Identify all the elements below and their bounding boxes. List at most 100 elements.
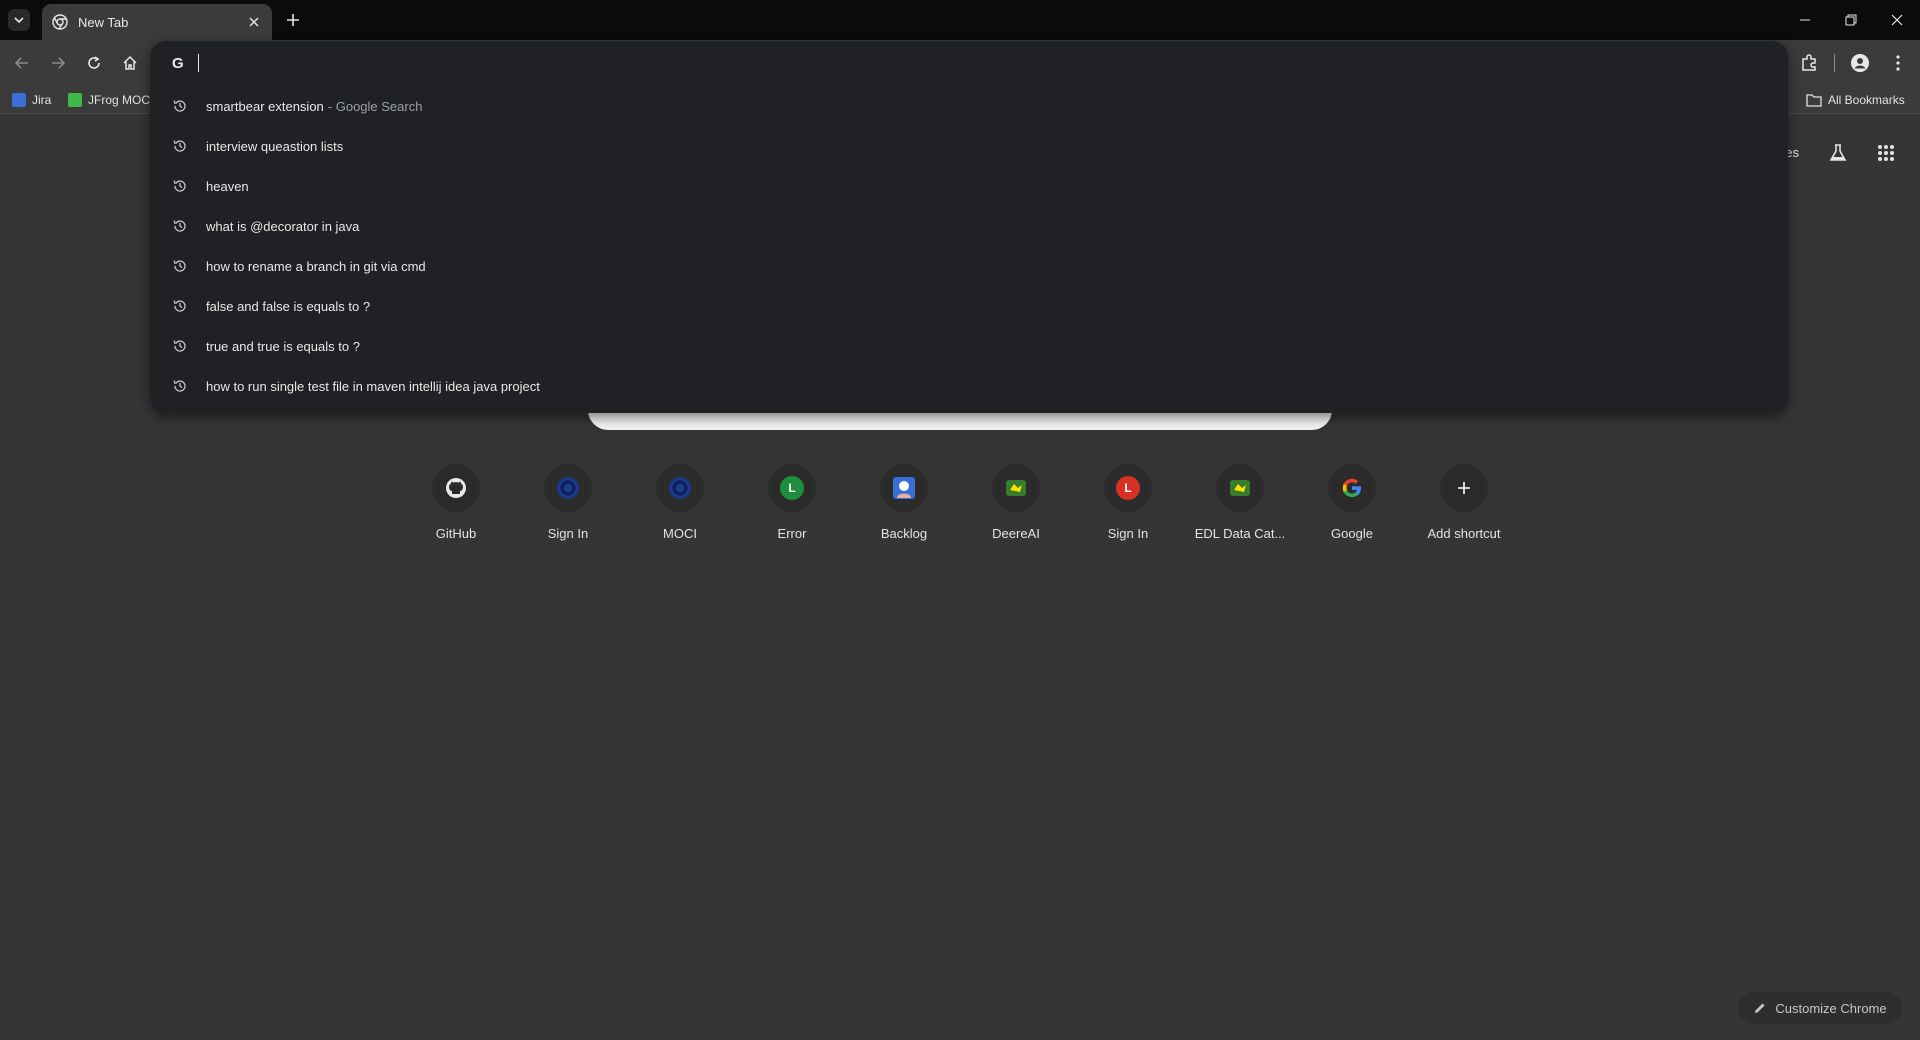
shortcut-backlog[interactable]: Backlog	[848, 464, 960, 554]
github-icon	[446, 478, 466, 498]
shortcut-google[interactable]: Google	[1296, 464, 1408, 554]
restore-icon	[1845, 14, 1857, 26]
reload-button[interactable]	[82, 51, 106, 75]
google-apps-button[interactable]	[1874, 141, 1898, 165]
shortcut-sign-in[interactable]: Sign In	[512, 464, 624, 554]
shortcut-label: Add shortcut	[1427, 526, 1501, 541]
new-tab-button[interactable]	[281, 8, 305, 32]
suggestion-item[interactable]: smartbear extension - Google Search	[150, 86, 1788, 126]
omnibox-input-row[interactable]: G	[150, 41, 1788, 85]
all-bookmarks[interactable]: All Bookmarks	[1806, 91, 1905, 109]
folder-icon	[1806, 94, 1822, 107]
shortcut-label: Error	[777, 526, 807, 541]
shortcut-moci[interactable]: MOCI	[624, 464, 736, 554]
shortcut-tile	[992, 464, 1040, 512]
window-controls	[1782, 0, 1920, 40]
history-icon	[172, 258, 188, 274]
shortcut-tile: L	[768, 464, 816, 512]
apps-grid-icon	[1878, 145, 1894, 161]
jfrog-icon	[68, 93, 82, 107]
suggestion-item[interactable]: how to run single test file in maven int…	[150, 366, 1788, 406]
shortcut-tile	[544, 464, 592, 512]
shortcut-github[interactable]: GitHub	[400, 464, 512, 554]
moci-icon	[669, 477, 691, 499]
shortcut-edl-data-catalog[interactable]: EDL Data Cat...	[1184, 464, 1296, 554]
shortcut-label: EDL Data Cat...	[1194, 526, 1286, 541]
deere-icon	[1006, 480, 1026, 496]
plus-icon	[1458, 482, 1470, 494]
customize-label: Customize Chrome	[1775, 1000, 1887, 1016]
history-icon	[172, 218, 188, 234]
forward-arrow-icon	[52, 57, 66, 69]
shortcut-label: Sign In	[1107, 526, 1149, 541]
suggestion-text: false and false is equals to ?	[206, 298, 371, 314]
add-shortcut-button[interactable]: Add shortcut	[1408, 464, 1520, 554]
shortcut-error[interactable]: L Error	[736, 464, 848, 554]
sign-in-l-icon: L	[1116, 476, 1140, 500]
bookmark-jira[interactable]: Jira	[12, 91, 51, 109]
home-button[interactable]	[118, 51, 142, 75]
shortcut-label: DeereAI	[992, 526, 1040, 541]
suggestion-item[interactable]: what is @decorator in java	[150, 206, 1788, 246]
tab-search-button[interactable]	[8, 9, 30, 31]
bookmark-jfrog[interactable]: JFrog MOC	[68, 91, 150, 109]
shortcuts-grid: GitHub Sign In MOCI L Error Backlog Deer…	[0, 464, 1920, 554]
error-icon: L	[780, 476, 804, 500]
shortcut-deereai[interactable]: DeereAI	[960, 464, 1072, 554]
tab-new-tab[interactable]: New Tab	[42, 4, 272, 40]
suggestion-text: how to run single test file in maven int…	[206, 378, 540, 394]
chevron-down-icon	[14, 17, 24, 24]
customize-chrome-button[interactable]: Customize Chrome	[1738, 992, 1902, 1024]
shortcut-tile	[1440, 464, 1488, 512]
all-bookmarks-label: All Bookmarks	[1828, 93, 1905, 107]
shortcut-label: Google	[1331, 526, 1373, 541]
shortcut-tile	[1328, 464, 1376, 512]
sign-in-icon	[557, 477, 579, 499]
suggestion-text: interview queastion lists	[206, 138, 344, 154]
history-icon	[172, 98, 188, 114]
minimize-button[interactable]	[1782, 0, 1828, 40]
forward-button[interactable]	[46, 51, 70, 75]
text-caret	[198, 54, 199, 72]
tab-strip: New Tab	[0, 0, 1920, 40]
google-g-icon: G	[172, 54, 184, 72]
tab-title: New Tab	[78, 14, 129, 30]
extensions-button[interactable]	[1797, 51, 1821, 75]
chrome-menu-button[interactable]	[1886, 51, 1910, 75]
shortcut-label: GitHub	[435, 526, 477, 541]
close-icon	[1891, 14, 1903, 26]
chrome-icon	[52, 14, 68, 30]
suggestion-item[interactable]: how to rename a branch in git via cmd	[150, 246, 1788, 286]
suggestion-item[interactable]: heaven	[150, 166, 1788, 206]
suggestion-item[interactable]: false and false is equals to ?	[150, 286, 1788, 326]
shortcut-tile: L	[1104, 464, 1152, 512]
minimize-icon	[1800, 19, 1810, 21]
plus-icon	[287, 14, 299, 26]
profile-button[interactable]	[1848, 51, 1872, 75]
close-window-button[interactable]	[1874, 0, 1920, 40]
puzzle-icon	[1802, 54, 1816, 71]
bookmark-label: JFrog MOC	[88, 93, 151, 107]
omnibox-dropdown: G smartbear extension - Google Search in…	[150, 41, 1788, 413]
toolbar-divider	[1834, 54, 1835, 72]
suggestion-subtext: - Google Search	[327, 98, 423, 114]
close-tab-icon[interactable]	[246, 14, 262, 30]
shortcut-label: Sign In	[547, 526, 589, 541]
back-arrow-icon	[14, 57, 28, 69]
back-button[interactable]	[10, 51, 34, 75]
shortcut-tile	[432, 464, 480, 512]
avatar-icon	[1851, 54, 1869, 72]
suggestion-text: what is @decorator in java	[206, 218, 360, 234]
jira-icon	[12, 93, 26, 107]
shortcut-tile	[880, 464, 928, 512]
labs-button[interactable]	[1826, 141, 1850, 165]
suggestion-item[interactable]: interview queastion lists	[150, 126, 1788, 166]
flask-icon	[1829, 144, 1847, 161]
suggestion-text: true and true is equals to ?	[206, 338, 360, 354]
shortcut-sign-in-2[interactable]: L Sign In	[1072, 464, 1184, 554]
suggestion-item[interactable]: true and true is equals to ?	[150, 326, 1788, 366]
suggestion-text: how to rename a branch in git via cmd	[206, 258, 426, 274]
restore-button[interactable]	[1828, 0, 1874, 40]
history-icon	[172, 298, 188, 314]
pencil-icon	[1755, 1003, 1765, 1013]
